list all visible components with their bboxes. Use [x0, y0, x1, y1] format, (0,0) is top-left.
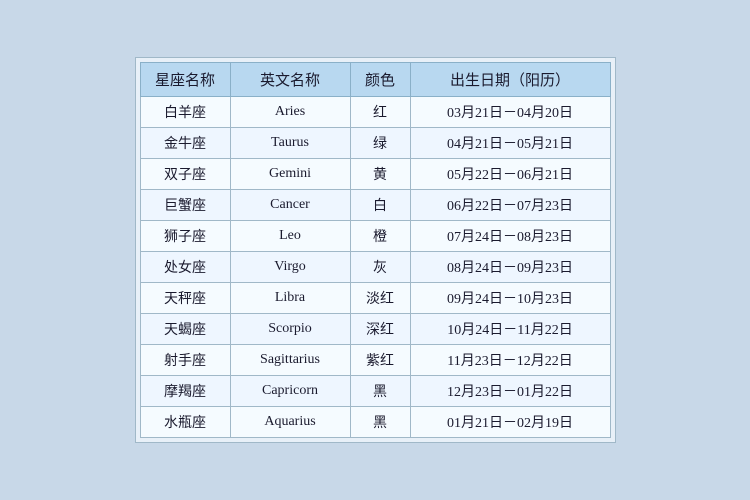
cell-color: 淡红: [350, 283, 410, 314]
cell-chinese: 处女座: [140, 252, 230, 283]
cell-date: 10月24日－11月22日: [410, 314, 610, 345]
cell-english: Aries: [230, 97, 350, 128]
cell-english: Gemini: [230, 159, 350, 190]
cell-chinese: 天秤座: [140, 283, 230, 314]
cell-color: 深红: [350, 314, 410, 345]
cell-color: 黑: [350, 376, 410, 407]
cell-english: Libra: [230, 283, 350, 314]
cell-english: Taurus: [230, 128, 350, 159]
cell-date: 01月21日－02月19日: [410, 407, 610, 438]
cell-english: Virgo: [230, 252, 350, 283]
header-color: 颜色: [350, 63, 410, 97]
table-row: 摩羯座Capricorn黑12月23日－01月22日: [140, 376, 610, 407]
zodiac-table: 星座名称 英文名称 颜色 出生日期（阳历） 白羊座Aries红03月21日－04…: [140, 62, 611, 438]
cell-color: 绿: [350, 128, 410, 159]
cell-chinese: 双子座: [140, 159, 230, 190]
header-chinese: 星座名称: [140, 63, 230, 97]
table-row: 双子座Gemini黄05月22日－06月21日: [140, 159, 610, 190]
cell-chinese: 天蝎座: [140, 314, 230, 345]
cell-date: 08月24日－09月23日: [410, 252, 610, 283]
cell-date: 11月23日－12月22日: [410, 345, 610, 376]
table-row: 白羊座Aries红03月21日－04月20日: [140, 97, 610, 128]
cell-color: 紫红: [350, 345, 410, 376]
table-header-row: 星座名称 英文名称 颜色 出生日期（阳历）: [140, 63, 610, 97]
cell-english: Capricorn: [230, 376, 350, 407]
cell-chinese: 白羊座: [140, 97, 230, 128]
cell-date: 12月23日－01月22日: [410, 376, 610, 407]
cell-chinese: 摩羯座: [140, 376, 230, 407]
zodiac-table-container: 星座名称 英文名称 颜色 出生日期（阳历） 白羊座Aries红03月21日－04…: [135, 57, 616, 443]
cell-date: 06月22日－07月23日: [410, 190, 610, 221]
table-row: 射手座Sagittarius紫红11月23日－12月22日: [140, 345, 610, 376]
table-row: 天秤座Libra淡红09月24日－10月23日: [140, 283, 610, 314]
cell-date: 04月21日－05月21日: [410, 128, 610, 159]
cell-date: 07月24日－08月23日: [410, 221, 610, 252]
cell-english: Leo: [230, 221, 350, 252]
cell-english: Scorpio: [230, 314, 350, 345]
cell-color: 白: [350, 190, 410, 221]
cell-chinese: 水瓶座: [140, 407, 230, 438]
cell-chinese: 狮子座: [140, 221, 230, 252]
cell-english: Aquarius: [230, 407, 350, 438]
table-row: 水瓶座Aquarius黑01月21日－02月19日: [140, 407, 610, 438]
header-english: 英文名称: [230, 63, 350, 97]
cell-color: 黄: [350, 159, 410, 190]
cell-english: Sagittarius: [230, 345, 350, 376]
table-row: 处女座Virgo灰08月24日－09月23日: [140, 252, 610, 283]
cell-chinese: 金牛座: [140, 128, 230, 159]
cell-chinese: 射手座: [140, 345, 230, 376]
table-row: 金牛座Taurus绿04月21日－05月21日: [140, 128, 610, 159]
cell-english: Cancer: [230, 190, 350, 221]
cell-date: 03月21日－04月20日: [410, 97, 610, 128]
cell-chinese: 巨蟹座: [140, 190, 230, 221]
table-row: 天蝎座Scorpio深红10月24日－11月22日: [140, 314, 610, 345]
header-date: 出生日期（阳历）: [410, 63, 610, 97]
cell-date: 09月24日－10月23日: [410, 283, 610, 314]
cell-color: 橙: [350, 221, 410, 252]
cell-date: 05月22日－06月21日: [410, 159, 610, 190]
cell-color: 红: [350, 97, 410, 128]
table-row: 狮子座Leo橙07月24日－08月23日: [140, 221, 610, 252]
table-row: 巨蟹座Cancer白06月22日－07月23日: [140, 190, 610, 221]
cell-color: 灰: [350, 252, 410, 283]
cell-color: 黑: [350, 407, 410, 438]
